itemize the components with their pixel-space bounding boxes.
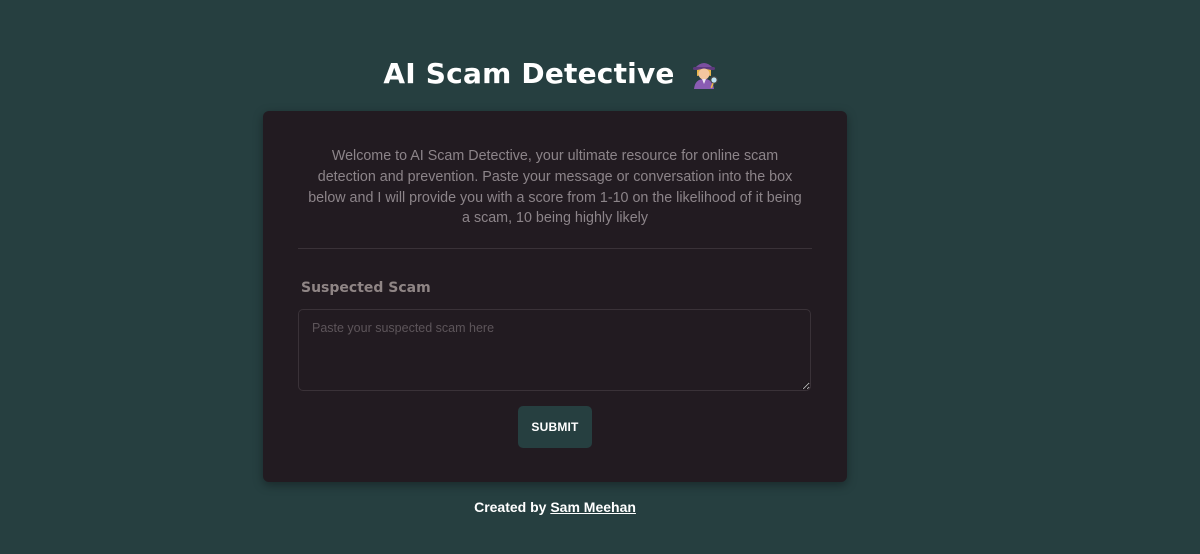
- page-title-row: AI Scam Detective: [383, 56, 720, 90]
- intro-text: Welcome to AI Scam Detective, your ultim…: [308, 148, 802, 227]
- submit-button[interactable]: SUBMIT: [518, 406, 592, 448]
- author-link[interactable]: Sam Meehan: [550, 499, 636, 515]
- woman-detective-icon: [687, 56, 721, 90]
- header: AI Scam Detective: [0, 56, 1104, 102]
- suspected-scam-label: Suspected Scam: [301, 280, 431, 296]
- suspected-scam-input[interactable]: [298, 309, 811, 391]
- footer-credit-prefix: Created by: [474, 499, 547, 515]
- divider: [298, 248, 812, 249]
- page-title: AI Scam Detective: [383, 56, 675, 90]
- scam-check-card: Welcome to AI Scam Detective, your ultim…: [263, 111, 847, 482]
- footer: Created by Sam Meehan: [0, 499, 1110, 515]
